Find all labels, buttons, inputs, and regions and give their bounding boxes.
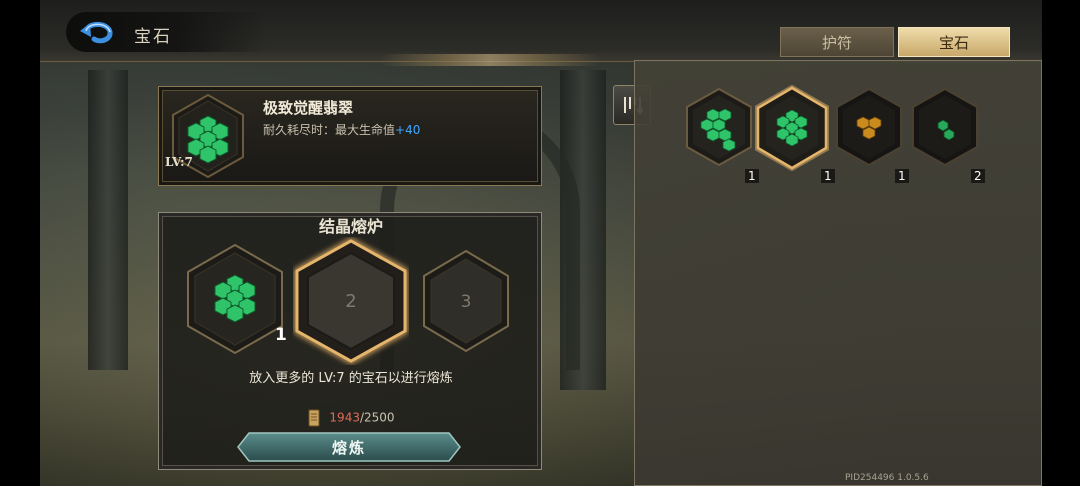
slot-3-label: 3: [461, 292, 472, 312]
smelt-button[interactable]: 熔炼: [237, 432, 461, 462]
gem-info-panel: LV:7 极致觉醒翡翠 耐久耗尽时：最大生命值+40: [158, 86, 542, 186]
item-count: 1: [895, 169, 909, 183]
header-ornament: [380, 54, 600, 66]
tab-amulet[interactable]: 护符: [780, 27, 894, 57]
item-count: 2: [971, 169, 985, 183]
cost-current: 1943: [329, 410, 360, 425]
right-letterbox: [1042, 0, 1080, 486]
cost-total: /2500: [359, 410, 395, 425]
back-arrow-icon: [80, 21, 113, 44]
furnace-slot-3[interactable]: 3: [421, 249, 511, 353]
tab-label: 护符: [821, 33, 852, 52]
emerald-gem-icon: [755, 84, 829, 172]
emerald-gem-icon: [686, 87, 752, 167]
gem-effect-text: 耐久耗尽时：最大生命值: [263, 123, 396, 137]
slot-2-label: 2: [345, 291, 356, 312]
page-title: 宝石: [134, 27, 172, 47]
inventory-item[interactable]: 1: [685, 87, 759, 183]
furnace-title: 结晶熔炉: [318, 217, 383, 236]
furnace-hint: 放入更多的 LV:7 的宝石以进行熔炼: [249, 371, 453, 386]
gem-inventory-panel: 1 1 1 2 PID254496 1.0.5.6: [634, 60, 1042, 486]
version-label: PID254496 1.0.5.6: [845, 473, 929, 483]
gem-name: 极致觉醒翡翠: [263, 99, 354, 117]
emerald-gem-icon: [912, 87, 978, 167]
furnace-slot-1[interactable]: [185, 243, 285, 355]
gem-level: LV:7: [165, 155, 193, 169]
background-pillar: [88, 70, 128, 370]
item-count: 1: [821, 169, 835, 183]
smelt-button-label: 熔炼: [331, 438, 366, 457]
inventory-item[interactable]: 2: [911, 87, 985, 183]
gem-effect-bonus: +40: [395, 123, 421, 137]
back-button[interactable]: [78, 18, 118, 48]
inventory-item-selected[interactable]: 1: [755, 84, 835, 183]
left-letterbox: [0, 0, 40, 486]
crystal-furnace-panel: 结晶熔炉 1 2 3 放入更多的 LV:7 的宝石以进行熔炼 1943/2500…: [158, 212, 542, 470]
tab-label: 宝石: [938, 33, 969, 52]
smelt-cost: 1943/2500: [159, 409, 543, 427]
slot-1-count: 1: [275, 325, 287, 345]
inventory-item[interactable]: 1: [835, 87, 909, 183]
tab-gem[interactable]: 宝石: [898, 27, 1010, 57]
amber-gem-icon: [836, 87, 902, 167]
furnace-slot-2[interactable]: 2: [293, 237, 409, 365]
gem-effect: 耐久耗尽时：最大生命值+40: [263, 121, 420, 138]
scroll-icon: [308, 409, 320, 427]
game-screen: 宝石 护符 宝石 LV:7 极致觉醒翡翠 耐久耗尽时：最大生命值+40 结晶熔炉…: [0, 0, 1080, 486]
